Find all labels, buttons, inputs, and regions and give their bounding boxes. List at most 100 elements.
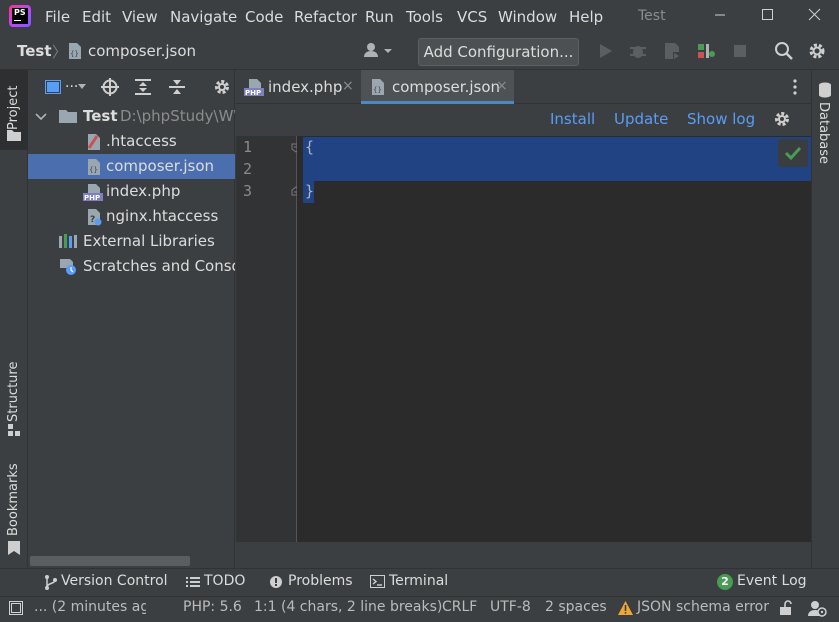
tab-close-icon[interactable]: ×: [496, 78, 508, 94]
menu-tools[interactable]: Tools: [406, 8, 443, 26]
composer-settings-button[interactable]: [773, 110, 791, 128]
debug-button[interactable]: [627, 40, 649, 62]
add-configuration-button[interactable]: Add Configuration...: [418, 38, 579, 66]
warning-icon: [617, 600, 634, 616]
update-link[interactable]: Update: [614, 110, 668, 128]
tree-item-label: nginx.htaccess: [106, 207, 219, 225]
tree-item-composer-json[interactable]: {} composer.json: [28, 154, 235, 179]
status-caret-position[interactable]: 1:1 (4 chars, 2 line breaks): [254, 599, 442, 615]
show-log-link[interactable]: Show log: [687, 110, 755, 128]
tab-composer-json[interactable]: {} composer.json ×: [361, 70, 514, 104]
breadcrumb-project[interactable]: Test: [17, 42, 52, 60]
inspector-icon[interactable]: [807, 600, 827, 617]
tool-tab-structure[interactable]: Structure: [6, 360, 21, 422]
status-php-version[interactable]: PHP: 5.6: [183, 599, 242, 615]
gear-icon[interactable]: [213, 78, 231, 96]
tool-tab-bookmarks[interactable]: Bookmarks: [6, 463, 21, 536]
code-editor[interactable]: [297, 136, 811, 542]
info-icon: [269, 574, 285, 590]
menu-vcs[interactable]: VCS: [457, 8, 487, 26]
tree-item-index-php[interactable]: PHP index.php: [28, 179, 235, 204]
menu-window[interactable]: Window: [498, 8, 557, 26]
tool-label: Version Control: [61, 573, 168, 589]
svg-text:{}: {}: [70, 50, 79, 58]
breadcrumb-file[interactable]: composer.json: [88, 42, 196, 60]
user-icon: [364, 43, 392, 57]
window-title: Test: [638, 8, 666, 24]
stop-button[interactable]: [729, 40, 751, 62]
tree-item-label: .htaccess: [106, 132, 177, 150]
menu-file[interactable]: File: [45, 8, 70, 26]
maximize-button[interactable]: [744, 0, 790, 32]
user-account-button[interactable]: [362, 42, 396, 60]
locate-file-icon[interactable]: [101, 78, 119, 96]
run-button[interactable]: [594, 40, 616, 62]
menu-view[interactable]: View: [122, 8, 158, 26]
code-line: }: [305, 182, 315, 200]
tab-index-php[interactable]: PHP index.php ×: [236, 70, 361, 104]
status-line-separator[interactable]: CRLF: [442, 599, 477, 615]
tree-item-test-project[interactable]: Test D:\phpStudy\WW: [28, 104, 235, 129]
project-view-selector[interactable]: ...: [65, 75, 78, 91]
attach-profiler-button[interactable]: [695, 40, 717, 62]
menu-help[interactable]: Help: [569, 8, 603, 26]
logo-text: PS: [14, 8, 26, 17]
tab-label: composer.json: [392, 78, 501, 96]
phpstorm-logo-icon[interactable]: PS: [9, 5, 31, 27]
status-vcs[interactable]: ... (2 minutes ago: [34, 599, 146, 615]
unlock-icon[interactable]: [779, 600, 793, 616]
gear-icon: [809, 43, 825, 59]
tool-tab-database[interactable]: Database: [816, 102, 831, 164]
editor-bottom-area: [236, 542, 811, 568]
menu-refactor[interactable]: Refactor: [294, 8, 357, 26]
tree-item-htaccess[interactable]: .htaccess: [28, 129, 235, 154]
search-everywhere-button[interactable]: [773, 40, 795, 62]
terminal-icon: [370, 574, 386, 590]
close-window-button[interactable]: [792, 0, 838, 32]
chevron-down-icon[interactable]: [78, 84, 86, 90]
json-file-icon: {}: [67, 42, 83, 60]
menu-code[interactable]: Code: [245, 8, 283, 26]
inspection-status-button[interactable]: [778, 139, 808, 167]
gear-icon: [775, 112, 789, 126]
tab-label: index.php: [268, 78, 343, 96]
collapse-all-icon[interactable]: [168, 78, 186, 96]
project-horizontal-scrollbar[interactable]: [30, 556, 190, 566]
folder-icon: [59, 108, 77, 126]
chevron-down-icon[interactable]: [35, 112, 47, 122]
menu-edit[interactable]: Edit: [82, 8, 111, 26]
status-indent[interactable]: 2 spaces: [545, 599, 607, 615]
close-icon: [808, 8, 821, 21]
tree-item-label: Scratches and Consoles: [83, 257, 235, 275]
coverage-button[interactable]: [661, 40, 683, 62]
menu-navigate[interactable]: Navigate: [170, 8, 237, 26]
tree-item-nginx-htaccess[interactable]: ? nginx.htaccess: [28, 204, 235, 229]
list-icon: [186, 574, 202, 590]
line-number: 1: [243, 138, 253, 156]
menu-run[interactable]: Run: [365, 8, 394, 26]
line-number: 2: [243, 160, 253, 178]
status-json-schema[interactable]: JSON schema error: [637, 599, 769, 615]
php-file-icon: PHP: [244, 78, 264, 96]
tab-close-icon[interactable]: ×: [342, 78, 354, 94]
debug-icon: [630, 46, 646, 58]
minimize-button[interactable]: [697, 0, 743, 32]
more-tabs-icon[interactable]: [787, 78, 803, 96]
tree-item-external-libraries[interactable]: External Libraries: [28, 229, 235, 254]
svg-text:{}: {}: [373, 86, 382, 94]
tree-item-scratches[interactable]: Scratches and Consoles: [28, 254, 235, 279]
toggle-tool-windows-icon[interactable]: [9, 601, 23, 615]
status-encoding[interactable]: UTF-8: [490, 599, 531, 615]
breadcrumb-separator: 〉: [52, 43, 68, 61]
settings-button[interactable]: [806, 40, 828, 62]
install-link[interactable]: Install: [550, 110, 595, 128]
tool-label: TODO: [204, 573, 246, 589]
database-icon: [818, 82, 832, 98]
tool-tab-project-label[interactable]: Project: [6, 80, 21, 130]
bookmark-icon: [8, 541, 20, 555]
expand-all-icon[interactable]: [134, 78, 152, 96]
project-view-icon[interactable]: [45, 79, 61, 95]
code-line: {: [305, 138, 315, 156]
htaccess-file-icon: ?: [85, 208, 103, 226]
minimize-icon: [715, 14, 725, 16]
